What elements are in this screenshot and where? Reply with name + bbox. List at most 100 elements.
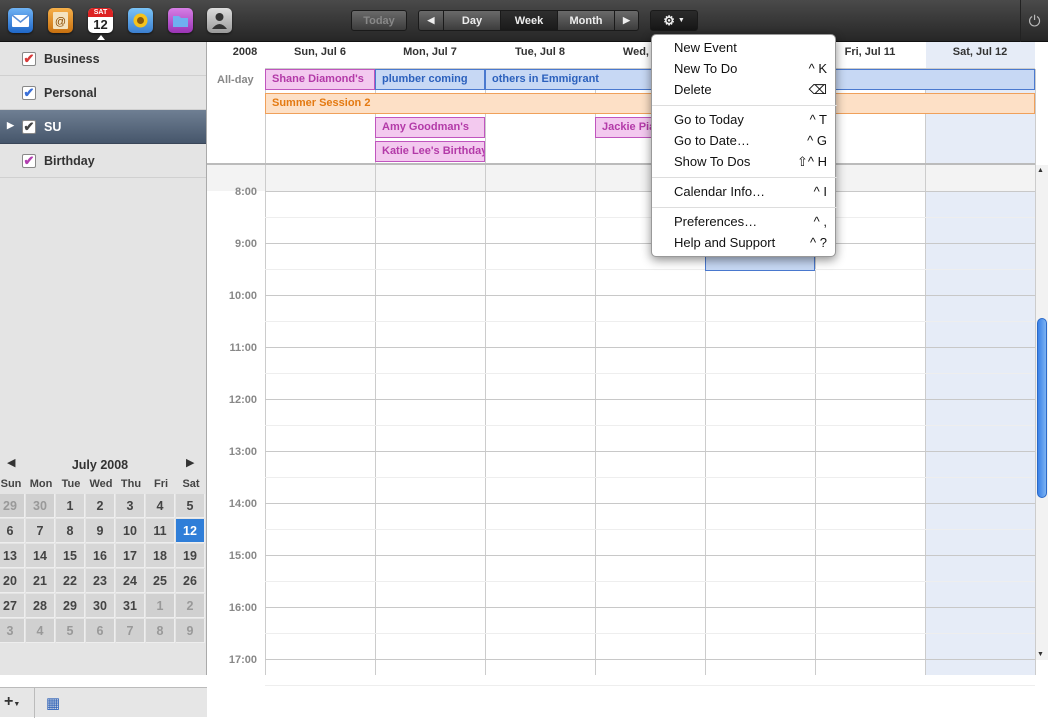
menu-item-new-event[interactable]: New Event bbox=[652, 38, 837, 58]
mini-calendar-day[interactable]: 1 bbox=[146, 594, 175, 618]
mini-calendar-day[interactable]: 13 bbox=[0, 544, 25, 568]
menu-item-go-to-today[interactable]: Go to Today ^ T bbox=[652, 110, 837, 130]
gear-menu-button[interactable]: ⚙ ▼ bbox=[650, 10, 698, 31]
menu-item-help-and-support[interactable]: Help and Support ^ ? bbox=[652, 233, 837, 253]
calendar-item-birthday[interactable]: ✔ Birthday bbox=[0, 144, 206, 178]
mini-calendar-day[interactable]: 9 bbox=[86, 519, 115, 543]
folders-icon[interactable] bbox=[168, 8, 193, 33]
mini-calendar-day[interactable]: 9 bbox=[176, 619, 205, 643]
mini-calendar-day[interactable]: 15 bbox=[56, 544, 85, 568]
mini-calendar-day[interactable]: 24 bbox=[116, 569, 145, 593]
mini-calendar-day[interactable]: 25 bbox=[146, 569, 175, 593]
menu-shortcut: ^ ? bbox=[810, 235, 827, 250]
calendar-item-personal[interactable]: ✔ Personal bbox=[0, 76, 206, 110]
mini-calendar-day[interactable]: 29 bbox=[0, 494, 25, 518]
hour-line bbox=[265, 347, 1035, 348]
today-button[interactable]: Today bbox=[351, 10, 407, 31]
mini-calendar-day[interactable]: 7 bbox=[26, 519, 55, 543]
scroll-up-icon[interactable]: ▲ bbox=[1037, 167, 1044, 174]
menu-separator bbox=[652, 177, 837, 178]
mini-calendar-day[interactable]: 22 bbox=[56, 569, 85, 593]
mini-calendar-day[interactable]: 19 bbox=[176, 544, 205, 568]
mini-calendar-day[interactable]: 11 bbox=[146, 519, 175, 543]
mini-calendar-day[interactable]: 1 bbox=[56, 494, 85, 518]
disclosure-triangle-icon[interactable]: ▶ bbox=[7, 120, 14, 131]
mini-calendar-day[interactable]: 18 bbox=[146, 544, 175, 568]
day-column-header[interactable]: Tue, Jul 8 bbox=[485, 42, 595, 68]
photos-icon[interactable] bbox=[128, 8, 153, 33]
mail-icon[interactable] bbox=[8, 8, 33, 33]
previous-week-button[interactable]: ◀ bbox=[418, 10, 444, 31]
mini-calendar-day[interactable]: 17 bbox=[116, 544, 145, 568]
mini-calendar-day[interactable]: 21 bbox=[26, 569, 55, 593]
day-column-header[interactable]: Sat, Jul 12 bbox=[925, 42, 1035, 68]
gear-icon: ⚙ bbox=[663, 12, 675, 28]
checkbox-checked-icon[interactable]: ✔ bbox=[22, 52, 36, 66]
mini-calendar-day[interactable]: 3 bbox=[0, 619, 25, 643]
calendar-item-su[interactable]: ▶ ✔ SU bbox=[0, 110, 206, 144]
menu-item-go-to-date[interactable]: Go to Date… ^ G bbox=[652, 131, 837, 151]
mini-calendar-day[interactable]: 30 bbox=[86, 594, 115, 618]
checkbox-checked-icon[interactable]: ✔ bbox=[22, 120, 36, 134]
day-column-header[interactable]: Sun, Jul 6 bbox=[265, 42, 375, 68]
next-week-button[interactable]: ▶ bbox=[614, 10, 639, 31]
mini-calendar-day[interactable]: 7 bbox=[116, 619, 145, 643]
event-plumber-coming[interactable]: plumber coming bbox=[375, 69, 485, 90]
mini-calendar-day[interactable]: 29 bbox=[56, 594, 85, 618]
mini-calendar-day[interactable]: 5 bbox=[176, 494, 205, 518]
checkbox-checked-icon[interactable]: ✔ bbox=[22, 86, 36, 100]
mini-calendar-day[interactable]: 8 bbox=[146, 619, 175, 643]
mini-calendar-today[interactable]: 12 bbox=[176, 519, 205, 543]
mini-calendar-day[interactable]: 20 bbox=[0, 569, 25, 593]
toolbar: @ SAT 12 Today ◀ Day Week Month ▶ ⚙ ▼ ⏻ bbox=[0, 0, 1048, 42]
mini-calendar-day[interactable]: 3 bbox=[116, 494, 145, 518]
event-jackie-pia[interactable]: Jackie Pia bbox=[595, 117, 655, 138]
hour-line bbox=[265, 243, 1035, 244]
mini-calendar-day[interactable]: 5 bbox=[56, 619, 85, 643]
add-calendar-button[interactable]: +▼ bbox=[4, 693, 20, 711]
menu-item-new-todo[interactable]: New To Do ^ K bbox=[652, 59, 837, 79]
hour-label: 16:00 bbox=[228, 602, 257, 614]
calendar-app-icon[interactable]: SAT 12 bbox=[88, 8, 113, 33]
power-button[interactable]: ⏻ bbox=[1020, 0, 1048, 42]
checkbox-checked-icon[interactable]: ✔ bbox=[22, 154, 36, 168]
menu-item-calendar-info[interactable]: Calendar Info… ^ I bbox=[652, 182, 837, 202]
mini-calendar-day[interactable]: 28 bbox=[26, 594, 55, 618]
mini-calendar-day[interactable]: 2 bbox=[176, 594, 205, 618]
mini-calendar-day[interactable]: 8 bbox=[56, 519, 85, 543]
mini-calendar-day[interactable]: 16 bbox=[86, 544, 115, 568]
event-katie-lee-birthday[interactable]: Katie Lee's Birthday bbox=[375, 141, 485, 162]
mini-calendar-day[interactable]: 4 bbox=[146, 494, 175, 518]
mini-calendar-day[interactable]: 31 bbox=[116, 594, 145, 618]
event-amy-goodman[interactable]: Amy Goodman's bbox=[375, 117, 485, 138]
mini-calendar-day[interactable]: 26 bbox=[176, 569, 205, 593]
mini-calendar-day[interactable]: 23 bbox=[86, 569, 115, 593]
mini-calendar-day[interactable]: 4 bbox=[26, 619, 55, 643]
half-hour-line bbox=[265, 425, 1035, 426]
day-view-button[interactable]: Day bbox=[443, 10, 501, 31]
people-icon[interactable] bbox=[207, 8, 232, 33]
menu-item-delete[interactable]: Delete ⌫ bbox=[652, 80, 837, 100]
scroll-down-icon[interactable]: ▼ bbox=[1037, 651, 1044, 658]
month-view-button[interactable]: Month bbox=[557, 10, 615, 31]
event-shane-diamond[interactable]: Shane Diamond's bbox=[265, 69, 375, 90]
mini-calendar-day[interactable]: 2 bbox=[86, 494, 115, 518]
scrollbar-thumb[interactable] bbox=[1037, 318, 1047, 498]
calendar-item-business[interactable]: ✔ Business bbox=[0, 42, 206, 76]
mini-calendar-day[interactable]: 27 bbox=[0, 594, 25, 618]
menu-item-label: Show To Dos bbox=[674, 154, 751, 169]
allday-label: All-day bbox=[217, 74, 254, 86]
mini-calendar-day[interactable]: 14 bbox=[26, 544, 55, 568]
calendar-list-button[interactable]: ▦ bbox=[46, 694, 60, 712]
week-view-button[interactable]: Week bbox=[500, 10, 558, 31]
menu-item-preferences[interactable]: Preferences… ^ , bbox=[652, 212, 837, 232]
mini-calendar-day[interactable]: 6 bbox=[86, 619, 115, 643]
address-book-icon[interactable]: @ bbox=[48, 8, 73, 33]
menu-item-show-todos[interactable]: Show To Dos ⇧^ H bbox=[652, 152, 837, 172]
mini-calendar-next-icon[interactable]: ▶ bbox=[186, 456, 194, 469]
day-column-header[interactable]: Mon, Jul 7 bbox=[375, 42, 485, 68]
mini-calendar-day[interactable]: 6 bbox=[0, 519, 25, 543]
event-summer-session-2[interactable]: Summer Session 2 bbox=[265, 93, 1035, 114]
mini-calendar-day[interactable]: 10 bbox=[116, 519, 145, 543]
mini-calendar-day[interactable]: 30 bbox=[26, 494, 55, 518]
